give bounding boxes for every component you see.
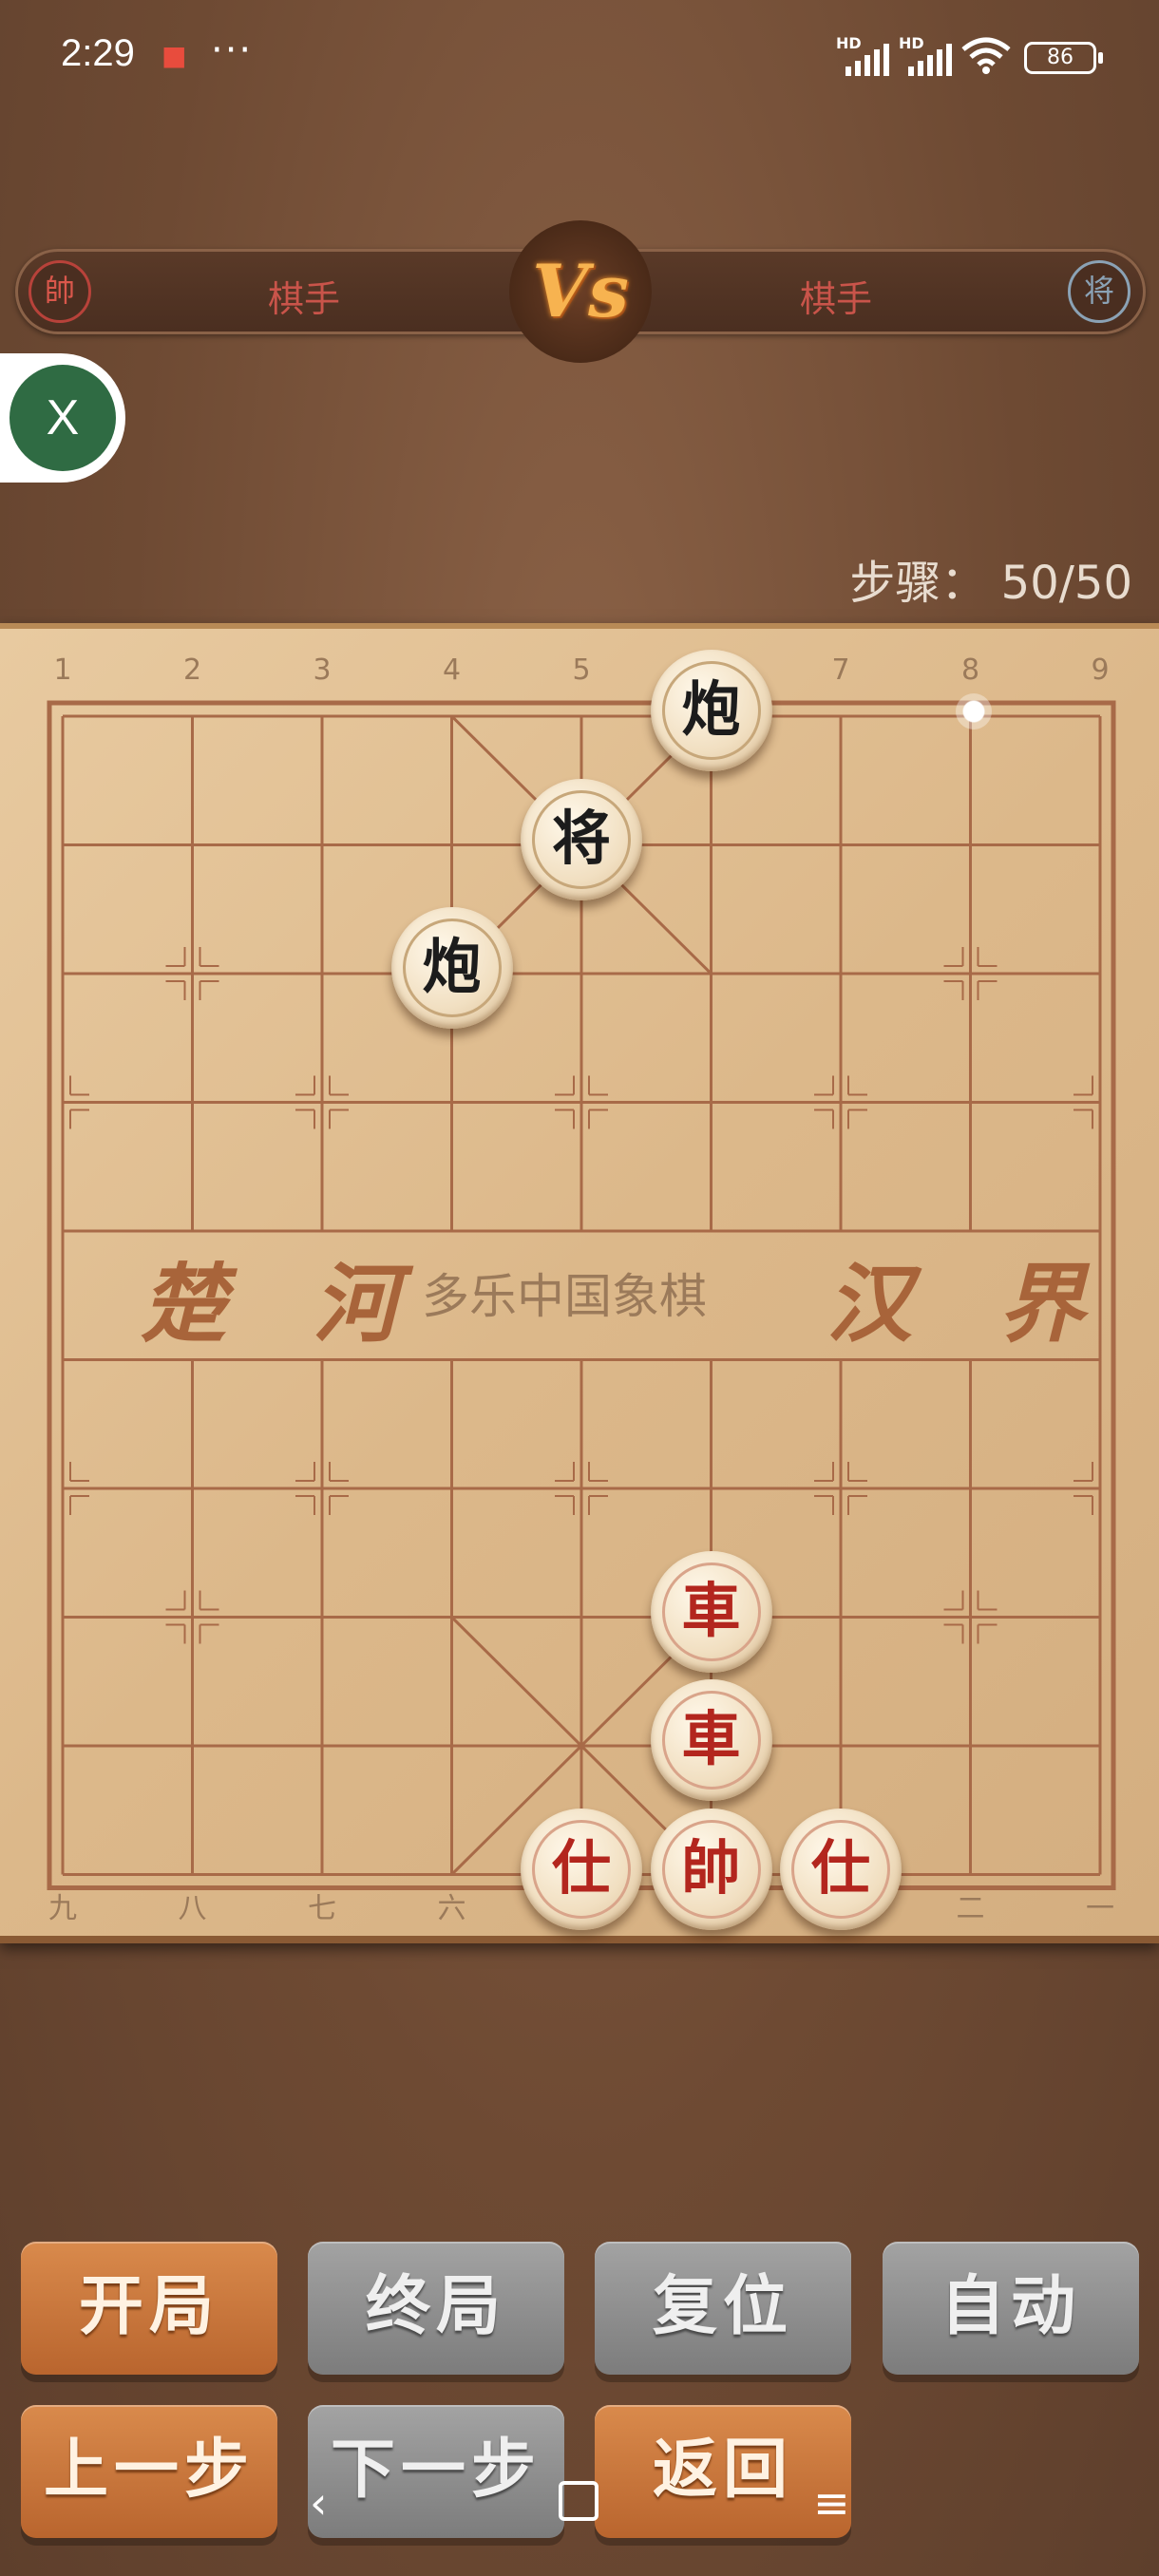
status-bar: 2:29 ■ ··· HD HD 86 xyxy=(0,0,1159,114)
column-number-bottom: 九 xyxy=(48,1892,77,1925)
column-number-bottom: 二 xyxy=(956,1892,985,1925)
column-number-top: 8 xyxy=(960,653,980,687)
next-step-button[interactable]: 下一步 xyxy=(308,2405,564,2538)
nav-back-icon[interactable]: ‹ xyxy=(310,2477,327,2529)
column-number-top: 1 xyxy=(53,653,72,687)
column-number-bottom: 八 xyxy=(178,1892,207,1925)
selection-marker xyxy=(956,693,992,729)
signal-icon: HD xyxy=(899,34,956,76)
column-number-top: 9 xyxy=(1091,653,1110,687)
red-player-name: 棋手 xyxy=(268,278,341,320)
signal-icon: HD xyxy=(836,34,893,76)
close-icon[interactable]: X xyxy=(10,365,116,471)
black-player-name: 棋手 xyxy=(800,278,873,320)
column-number-top: 4 xyxy=(442,653,462,687)
red-piece[interactable]: 車 xyxy=(650,1679,772,1801)
black-piece[interactable]: 炮 xyxy=(390,907,513,1029)
end-button[interactable]: 终局 xyxy=(308,2242,564,2375)
river-center-text: 多乐中国象棋 xyxy=(422,1269,707,1324)
red-piece[interactable]: 車 xyxy=(650,1550,772,1673)
black-seal-icon: 将 xyxy=(1068,260,1130,323)
close-button[interactable]: X xyxy=(0,353,125,483)
column-number-top: 2 xyxy=(182,653,202,687)
piece-label: 炮 xyxy=(661,661,761,760)
red-piece[interactable]: 仕 xyxy=(780,1808,902,1930)
column-number-top: 3 xyxy=(313,653,332,687)
bus-icon: ■ xyxy=(162,40,187,71)
column-number-top: 7 xyxy=(831,653,850,687)
start-button[interactable]: 开局 xyxy=(21,2242,277,2375)
black-piece[interactable]: 炮 xyxy=(650,650,772,771)
piece-label: 車 xyxy=(661,1691,761,1790)
nav-menu-icon[interactable]: ≡ xyxy=(813,2477,850,2529)
more-notifications-icon: ··· xyxy=(211,28,254,72)
column-number-bottom: 一 xyxy=(1086,1892,1114,1925)
battery-icon: 86 xyxy=(1024,42,1103,74)
nav-home-icon[interactable] xyxy=(559,2481,598,2521)
river-left-text: 楚 河 xyxy=(141,1254,428,1354)
piece-label: 帥 xyxy=(661,1819,761,1919)
red-seal-icon: 帥 xyxy=(28,260,91,323)
wifi-icon xyxy=(961,37,1011,74)
piece-label: 将 xyxy=(532,789,631,889)
black-piece[interactable]: 将 xyxy=(521,778,642,900)
piece-label: 車 xyxy=(661,1562,761,1661)
piece-label: 仕 xyxy=(791,1819,890,1919)
reset-button[interactable]: 复位 xyxy=(595,2242,851,2375)
vs-badge: Vs xyxy=(509,220,652,363)
piece-label: 炮 xyxy=(402,919,502,1017)
river-right-text: 汉 界 xyxy=(826,1254,1113,1354)
red-piece[interactable]: 帥 xyxy=(650,1808,772,1930)
column-number-top: 5 xyxy=(572,653,591,687)
prev-step-button[interactable]: 上一步 xyxy=(21,2405,277,2538)
column-number-bottom: 六 xyxy=(437,1892,466,1925)
column-number-bottom: 七 xyxy=(308,1892,336,1925)
piece-label: 仕 xyxy=(532,1819,631,1919)
red-piece[interactable]: 仕 xyxy=(521,1808,642,1930)
auto-button[interactable]: 自动 xyxy=(883,2242,1139,2375)
step-counter: 步骤： 50/50 xyxy=(849,557,1132,610)
clock: 2:29 xyxy=(61,32,135,74)
